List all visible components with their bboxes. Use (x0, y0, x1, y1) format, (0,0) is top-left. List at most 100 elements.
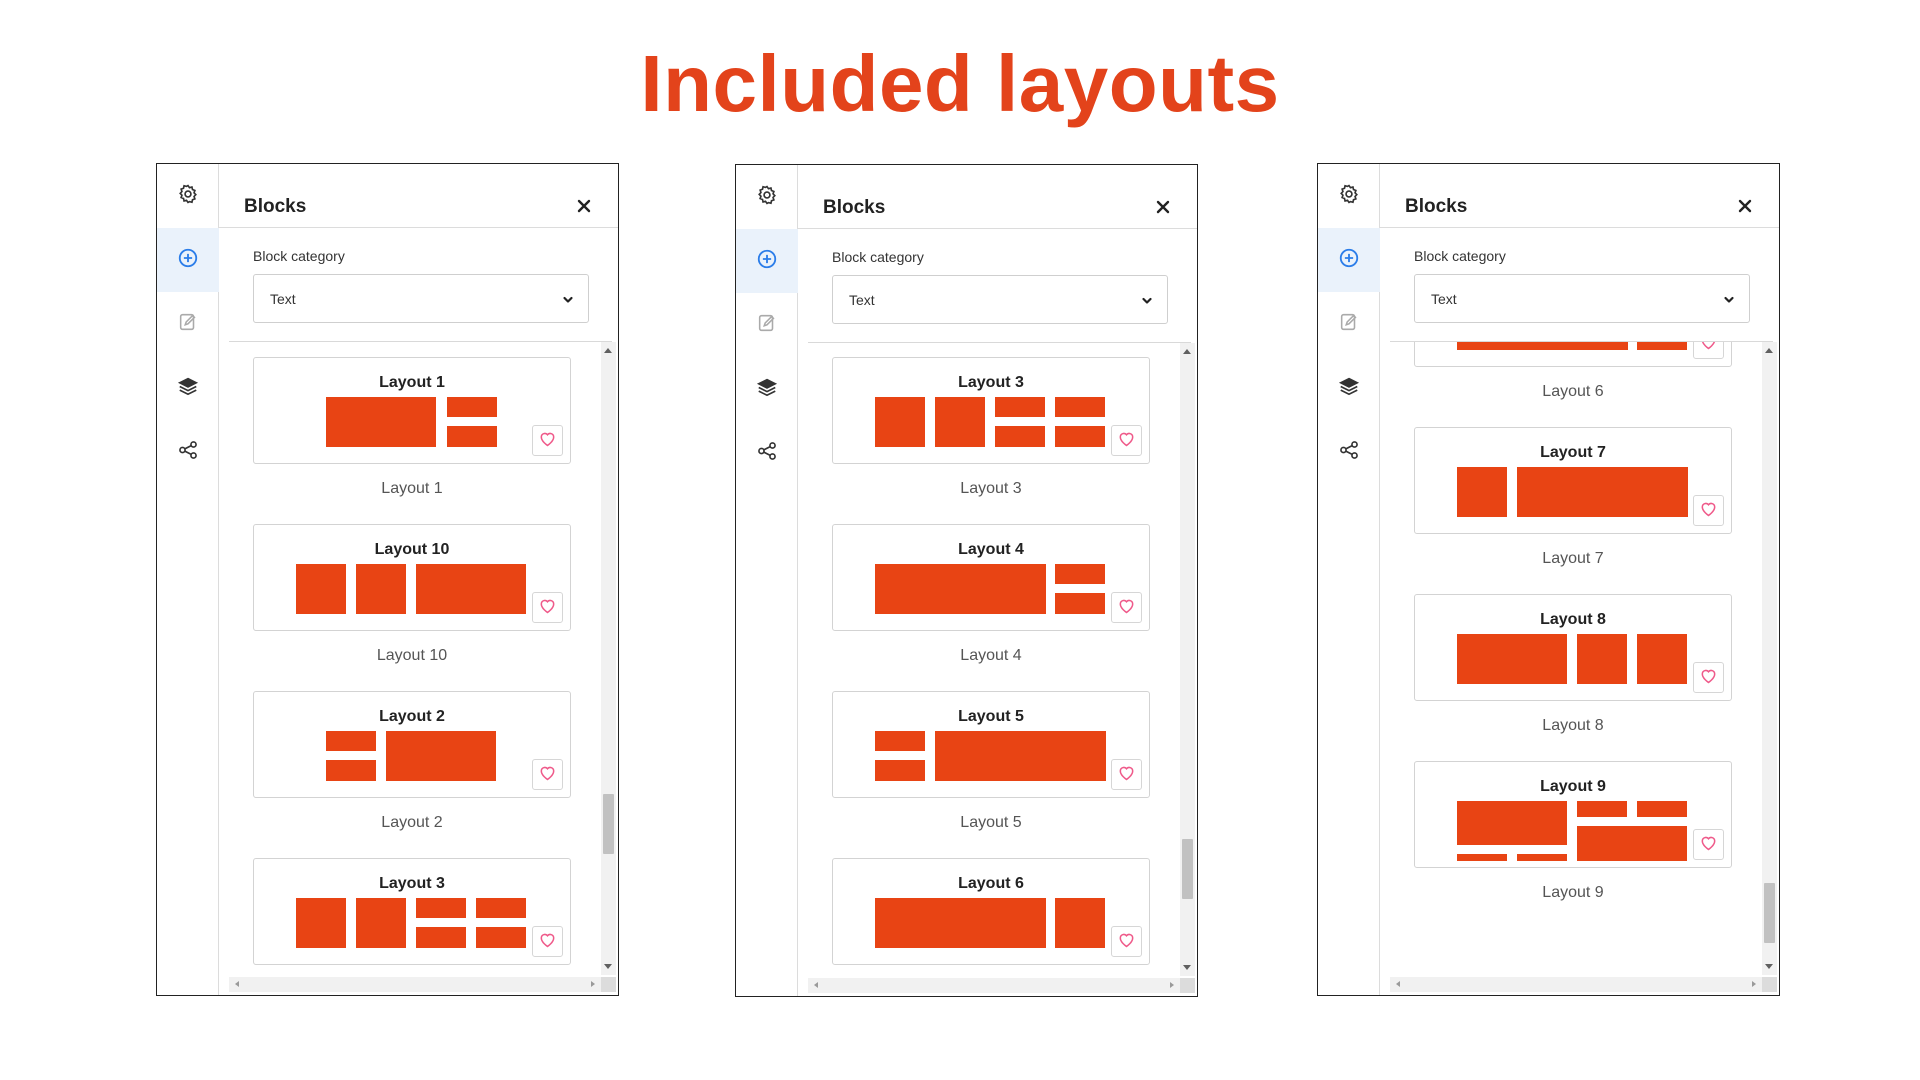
rail-button-add-block[interactable] (736, 229, 798, 293)
layout-block (1517, 854, 1567, 861)
layout-preview (326, 397, 497, 447)
favorite-button[interactable] (532, 425, 563, 456)
scroll-thumb[interactable] (1764, 883, 1775, 943)
layout-block (1637, 342, 1687, 350)
layout-card[interactable]: Layout 5 (832, 691, 1150, 798)
layout-card[interactable]: Layout 10 (253, 524, 571, 631)
edit-icon (756, 312, 778, 339)
layout-caption: Layout 4 (960, 647, 1022, 664)
list-item: Layout 2 Layout 2 (219, 676, 601, 843)
list-item: Layout 7 Layout 7 (1380, 412, 1762, 579)
layout-card[interactable]: Layout 8 (1414, 594, 1732, 701)
layout-list[interactable]: Layout 6 Layout 6 Layout 7 Layout 7 Layout 8… (1380, 342, 1762, 975)
rail-button-edit[interactable] (1318, 292, 1380, 356)
layout-card[interactable]: Layout 9 (1414, 761, 1732, 868)
rail-button-share[interactable] (1318, 420, 1380, 484)
scroll-left-arrow[interactable] (1396, 981, 1400, 987)
layout-card[interactable]: Layout 4 (832, 524, 1150, 631)
favorite-button[interactable] (532, 759, 563, 790)
scroll-down-arrow[interactable] (1765, 964, 1773, 969)
scroll-up-arrow[interactable] (1765, 348, 1773, 353)
layout-card[interactable]: Layout 6 (832, 858, 1150, 965)
layout-block (1457, 467, 1507, 517)
layout-list[interactable]: Layout 1 Layout 1 Layout 10 Layout 10 Layout… (219, 342, 601, 975)
favorite-button[interactable] (1111, 926, 1142, 957)
layout-block (326, 760, 376, 781)
scroll-up-arrow[interactable] (1183, 349, 1191, 354)
block-category-select[interactable]: Text (1414, 274, 1750, 323)
rail-button-add-block[interactable] (157, 228, 219, 292)
vertical-scrollbar[interactable] (1762, 342, 1777, 975)
horizontal-scrollbar[interactable] (808, 978, 1180, 993)
sidebar-rail (736, 165, 798, 996)
close-icon[interactable] (576, 198, 592, 214)
rail-button-layers[interactable] (736, 357, 798, 421)
favorite-button[interactable] (1111, 425, 1142, 456)
rail-button-settings[interactable] (157, 164, 219, 228)
favorite-button[interactable] (1693, 829, 1724, 860)
block-category-select[interactable]: Text (832, 275, 1168, 324)
vertical-scrollbar[interactable] (1180, 343, 1195, 976)
layers-icon (1338, 375, 1360, 402)
favorite-button[interactable] (532, 592, 563, 623)
rail-button-layers[interactable] (157, 356, 219, 420)
layout-preview (875, 397, 1105, 447)
scroll-thumb[interactable] (603, 794, 614, 854)
heart-icon (1117, 764, 1136, 786)
add-block-icon (1338, 247, 1360, 274)
layout-card[interactable]: Layout 1 (253, 357, 571, 464)
favorite-button[interactable] (1693, 342, 1724, 359)
favorite-button[interactable] (1111, 592, 1142, 623)
chevron-down-icon (562, 293, 574, 305)
rail-button-edit[interactable] (736, 293, 798, 357)
scroll-right-arrow[interactable] (1752, 981, 1756, 987)
layout-card[interactable]: Layout 6 (1414, 342, 1732, 367)
layout-card[interactable]: Layout 7 (1414, 427, 1732, 534)
layout-card-title: Layout 7 (1540, 444, 1606, 461)
favorite-button[interactable] (1693, 495, 1724, 526)
page-title: Included layouts (640, 39, 1280, 128)
edit-icon (177, 311, 199, 338)
layout-card-title: Layout 10 (374, 541, 450, 558)
scroll-left-arrow[interactable] (814, 982, 818, 988)
scroll-down-arrow[interactable] (604, 964, 612, 969)
vertical-scrollbar[interactable] (601, 342, 616, 975)
rail-button-layers[interactable] (1318, 356, 1380, 420)
list-item: Layout 9 Layout 9 (1380, 746, 1762, 913)
rail-button-add-block[interactable] (1318, 228, 1380, 292)
horizontal-scrollbar[interactable] (1390, 977, 1762, 992)
layout-card[interactable]: Layout 2 (253, 691, 571, 798)
layout-preview (296, 564, 526, 614)
favorite-button[interactable] (1693, 662, 1724, 693)
layout-card[interactable]: Layout 3 (253, 858, 571, 965)
block-category-select[interactable]: Text (253, 274, 589, 323)
rail-button-share[interactable] (157, 420, 219, 484)
scroll-thumb[interactable] (1182, 839, 1193, 899)
horizontal-scrollbar[interactable] (229, 977, 601, 992)
scroll-right-arrow[interactable] (591, 981, 595, 987)
layout-list[interactable]: Layout 3 Layout 3 Layout 4 Layout 4 Layout 5… (798, 343, 1180, 976)
heart-icon (538, 430, 557, 452)
scroll-right-arrow[interactable] (1170, 982, 1174, 988)
favorite-button[interactable] (1111, 759, 1142, 790)
scroll-down-arrow[interactable] (1183, 965, 1191, 970)
close-icon[interactable] (1737, 198, 1753, 214)
layout-card[interactable]: Layout 3 (832, 357, 1150, 464)
rail-button-edit[interactable] (157, 292, 219, 356)
layout-block (447, 426, 497, 447)
layout-caption: Layout 5 (960, 814, 1022, 831)
layout-card-title: Layout 1 (379, 374, 445, 391)
block-category-value: Text (849, 292, 875, 308)
layout-block (1457, 854, 1507, 861)
list-item: Layout 3 Layout 3 (798, 343, 1180, 509)
layout-block (296, 898, 346, 948)
rail-button-settings[interactable] (1318, 164, 1380, 228)
scroll-left-arrow[interactable] (235, 981, 239, 987)
favorite-button[interactable] (532, 926, 563, 957)
rail-button-settings[interactable] (736, 165, 798, 229)
layout-block (875, 731, 925, 751)
layout-block (326, 397, 436, 447)
close-icon[interactable] (1155, 199, 1171, 215)
rail-button-share[interactable] (736, 421, 798, 485)
scroll-up-arrow[interactable] (604, 348, 612, 353)
